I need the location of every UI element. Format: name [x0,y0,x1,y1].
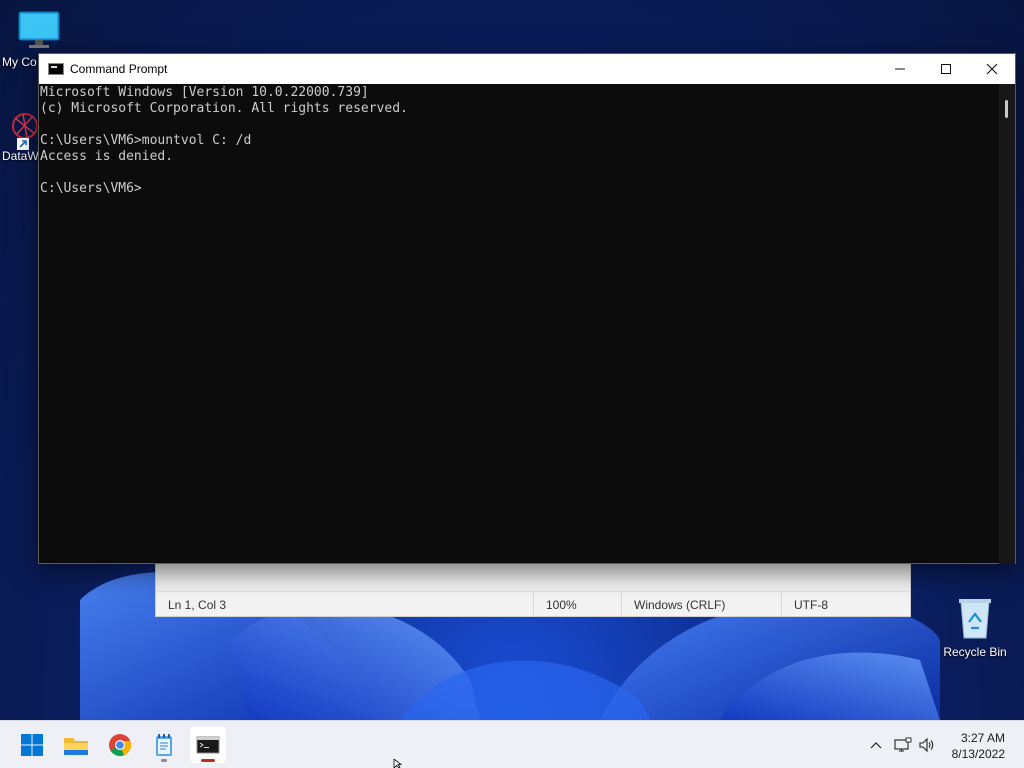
monitor-icon [18,11,60,48]
show-hidden-icons-button[interactable] [866,735,886,755]
desktop-icon-recycle-bin[interactable]: Recycle Bin [940,596,1010,659]
network-icon [894,737,912,752]
console-line: C:\Users\VM6>mountvol C: /d [40,133,252,148]
start-button[interactable] [14,727,50,763]
title-bar[interactable]: Command Prompt [39,54,1015,84]
taskbar-clock[interactable]: 3:27 AM 8/13/2022 [952,730,1005,762]
desktop-icon-label: DataW [2,149,39,163]
command-prompt-icon [48,63,64,75]
desktop-icon-label: Recycle Bin [943,645,1007,659]
console-line: Microsoft Windows [Version 10.0.22000.73… [40,85,369,100]
maximize-icon [941,64,951,74]
line-ending[interactable]: Windows (CRLF) [622,592,782,617]
minimize-icon [895,68,905,70]
command-prompt-window[interactable]: Command Prompt Microsoft Windows [Versio… [38,53,1016,564]
clock-time: 3:27 AM [960,731,1005,745]
clock-date: 8/13/2022 [951,747,1005,761]
zoom-level[interactable]: 100% [534,592,622,617]
close-button[interactable] [969,54,1015,84]
mouse-cursor-icon [393,759,403,768]
console-line: (c) Microsoft Corporation. All rights re… [40,101,408,116]
close-icon [986,63,998,75]
taskbar-chrome[interactable] [102,727,138,763]
network-button[interactable] [890,735,916,755]
running-indicator [161,759,167,762]
notepad-icon [156,734,172,756]
notepad-window[interactable]: Ln 1, Col 3 100% Windows (CRLF) UTF-8 [155,562,911,617]
desktop-icon-dataw[interactable]: DataW [0,108,40,163]
file-explorer-icon [64,738,88,755]
recycle-bin-icon [959,599,991,639]
dataw-app-icon [12,113,38,150]
window-title: Command Prompt [70,62,168,76]
encoding[interactable]: UTF-8 [782,592,910,617]
chevron-up-icon [870,742,882,749]
chrome-icon [109,734,132,756]
taskbar-file-explorer[interactable] [58,727,94,763]
speaker-icon [919,737,934,753]
vertical-scrollbar[interactable] [999,84,1015,564]
maximize-button[interactable] [923,54,969,84]
command-prompt-icon [196,736,220,754]
volume-button[interactable] [916,735,938,755]
start-icon [21,734,43,756]
console-prompt-line: C:\Users\VM6> [40,181,142,196]
console-line: Access is denied. [40,149,174,164]
console-output[interactable]: Microsoft Windows [Version 10.0.22000.73… [39,84,1001,564]
active-indicator [201,759,215,762]
minimize-button[interactable] [877,54,923,84]
taskbar: 3:27 AM 8/13/2022 [0,720,1024,768]
system-tray [866,721,938,768]
taskbar-command-prompt[interactable] [190,727,226,763]
scrollbar-thumb[interactable] [1005,100,1008,118]
notepad-status-bar: Ln 1, Col 3 100% Windows (CRLF) UTF-8 [156,591,910,617]
taskbar-notepad[interactable] [146,727,182,763]
cursor-position: Ln 1, Col 3 [156,592,534,617]
